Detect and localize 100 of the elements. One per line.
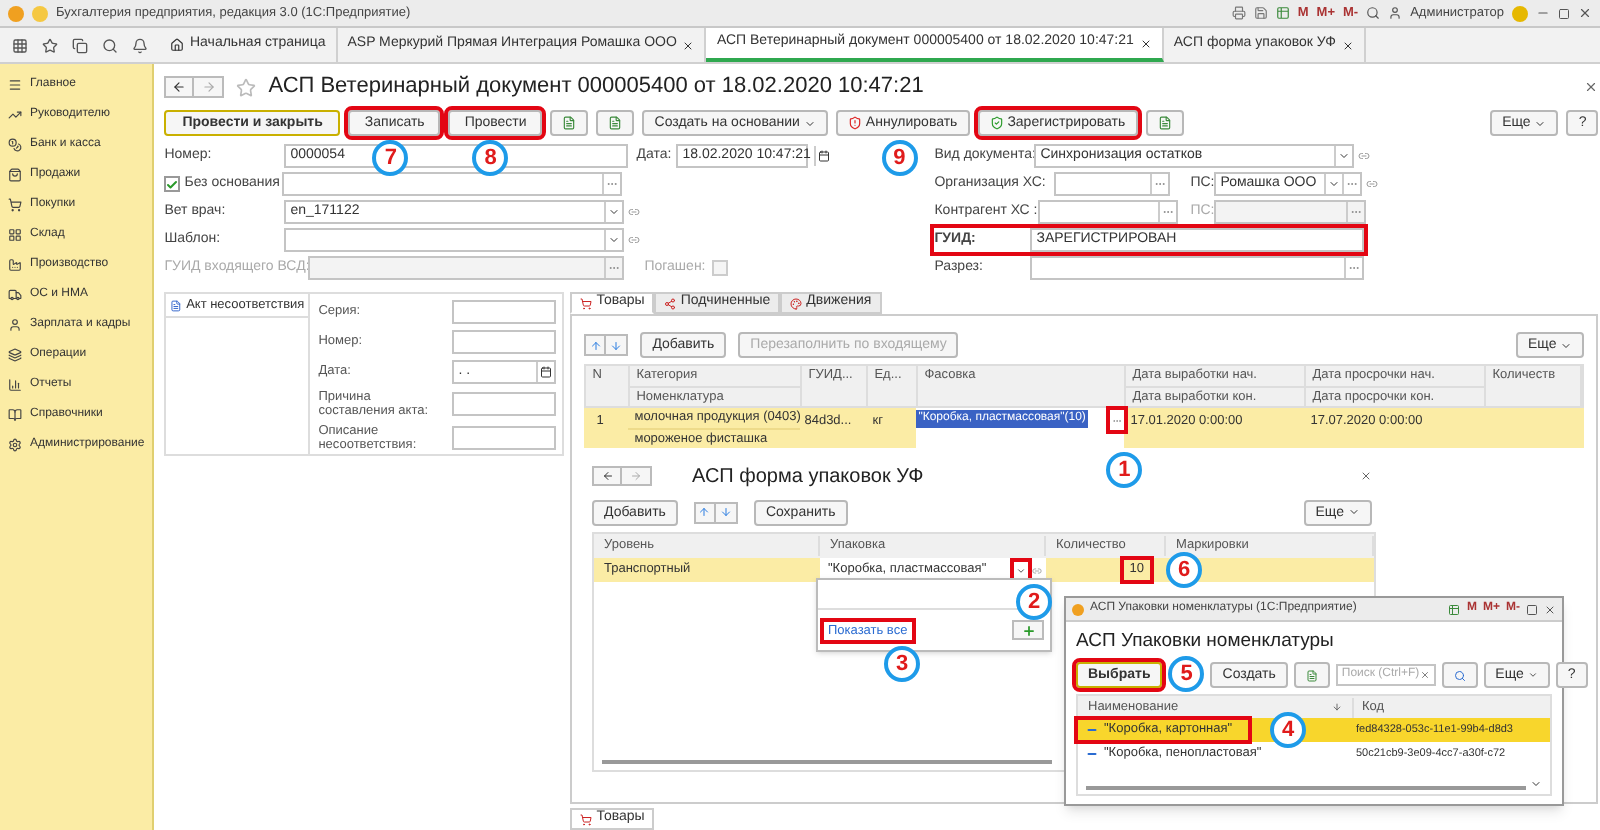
forward-button[interactable] (194, 76, 225, 98)
move-down-button[interactable] (715, 501, 738, 523)
star-icon[interactable] (42, 37, 59, 53)
input-field[interactable] (452, 426, 557, 451)
chevron-down-icon (1348, 506, 1360, 518)
document-icon (1157, 116, 1172, 130)
calendar-button[interactable] (814, 146, 833, 166)
search-button[interactable] (1441, 662, 1478, 689)
arrow-left-icon (601, 470, 613, 482)
cart-icon (8, 197, 22, 211)
window-heading: АСП Упаковки номенклатуры (1076, 628, 1336, 656)
grid-icon[interactable] (12, 37, 29, 53)
input-field[interactable] (282, 172, 623, 196)
chevron-down-icon (1560, 339, 1573, 351)
scroll-down-icon[interactable] (1530, 778, 1542, 791)
coins-icon (8, 137, 22, 151)
back-button[interactable] (164, 76, 195, 98)
bar-chart-icon (8, 377, 22, 391)
search-icon[interactable] (101, 37, 118, 53)
arrow-down-icon (719, 506, 732, 518)
add-button[interactable] (1012, 620, 1044, 640)
arrow-up-icon (698, 506, 711, 518)
move-up-button[interactable] (584, 334, 607, 356)
calendar-icon (818, 150, 831, 162)
input-field[interactable] (1030, 256, 1365, 280)
document-title: АСП Ветеринарный документ 000005400 от 18.02.2020 10:47:21 (268, 72, 924, 103)
chevron-down-icon (1338, 150, 1351, 162)
table-icon[interactable] (1448, 603, 1461, 615)
chevron-down-icon (608, 206, 621, 218)
step-number: 7 (372, 140, 409, 176)
shield-icon (989, 116, 1004, 130)
checkbox[interactable] (712, 260, 729, 276)
minimize-icon[interactable] (1536, 6, 1550, 20)
calendar-button[interactable] (536, 362, 555, 382)
maximize-icon[interactable] (1526, 603, 1538, 615)
step-number: 3 (884, 646, 920, 682)
sort-icon[interactable] (1332, 702, 1342, 713)
close-icon[interactable] (1341, 39, 1354, 51)
form-title: АСП форма упаковок УФ (692, 463, 924, 491)
input-field[interactable] (1054, 172, 1171, 196)
history-icon[interactable] (71, 37, 88, 53)
checkbox[interactable] (164, 176, 181, 192)
document-icon (1305, 669, 1318, 682)
close-icon[interactable] (1360, 470, 1372, 482)
search-icon (1453, 669, 1466, 682)
icon-button[interactable] (550, 110, 589, 136)
link-icon[interactable] (1032, 565, 1042, 575)
back-button[interactable] (592, 466, 622, 486)
chevron-down-icon (608, 234, 621, 246)
arrow-right-icon (201, 80, 216, 94)
dropdown-button[interactable] (604, 230, 623, 250)
plus-icon (1021, 623, 1035, 637)
link-icon[interactable] (1366, 178, 1379, 190)
move-down-button[interactable] (606, 334, 629, 356)
input-field[interactable] (284, 228, 625, 252)
dropdown-button[interactable] (604, 202, 623, 222)
move-up-button[interactable] (693, 501, 716, 523)
forward-button[interactable] (622, 466, 652, 486)
close-icon[interactable] (1544, 603, 1556, 615)
input-field[interactable] (1038, 200, 1179, 224)
search-icon[interactable] (1366, 6, 1381, 20)
table-icon[interactable] (1275, 6, 1290, 20)
dropdown-button[interactable] (1014, 561, 1028, 579)
choose-button[interactable] (1110, 410, 1125, 430)
chevron-down-icon (1534, 117, 1547, 129)
icon-button[interactable] (596, 110, 635, 136)
check-icon (166, 177, 179, 191)
arrow-up-icon (589, 339, 602, 351)
bell-icon[interactable] (131, 37, 148, 53)
icon-button[interactable] (1145, 110, 1184, 136)
printer-icon[interactable] (1231, 6, 1246, 20)
link-icon[interactable] (628, 206, 641, 218)
close-icon[interactable] (1139, 37, 1152, 49)
close-icon[interactable] (1578, 6, 1592, 20)
menu-icon (8, 77, 22, 91)
input-field[interactable] (452, 330, 557, 354)
link-icon[interactable] (628, 234, 641, 246)
close-icon[interactable] (1584, 80, 1599, 94)
star-icon[interactable] (236, 77, 257, 97)
chevron-down-icon (1016, 565, 1026, 575)
maximize-icon[interactable] (1558, 7, 1570, 19)
cart-icon (580, 297, 593, 309)
document-icon (170, 299, 183, 311)
input-field[interactable] (452, 300, 557, 324)
input-field[interactable] (452, 392, 557, 417)
link-icon[interactable] (1358, 150, 1371, 162)
settings-icon (8, 437, 22, 451)
truck-icon (8, 287, 22, 301)
dropdown-button[interactable] (1324, 174, 1343, 194)
chevron-down-icon (1328, 178, 1341, 190)
dropdown-button[interactable] (1334, 146, 1353, 166)
arrow-left-icon (172, 80, 187, 94)
arrow-right-icon (630, 470, 642, 482)
calendar-icon (540, 366, 553, 378)
save-icon[interactable] (1253, 6, 1268, 20)
icon-button[interactable] (1293, 662, 1330, 689)
grid-icon (8, 227, 22, 241)
document-icon (562, 116, 577, 130)
close-icon[interactable] (682, 39, 695, 51)
factory-icon (8, 257, 22, 271)
